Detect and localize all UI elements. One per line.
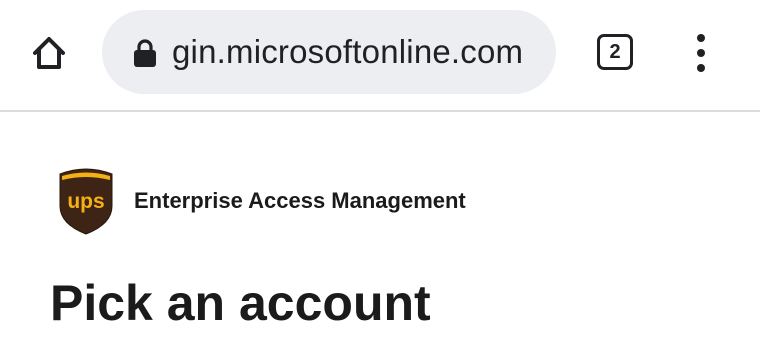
home-button[interactable] — [26, 30, 72, 76]
brand-header: ups Enterprise Access Management — [56, 166, 466, 236]
tab-switcher-button[interactable]: 2 — [597, 34, 633, 70]
url-text: gin.microsoftonline.com — [172, 33, 524, 70]
ups-logo: ups — [59, 168, 113, 235]
brand-name: Enterprise Access Management — [134, 188, 466, 213]
overflow-menu-icon — [697, 34, 705, 42]
home-icon — [33, 37, 65, 69]
overflow-menu-button[interactable] — [688, 30, 714, 76]
address-bar[interactable]: gin.microsoftonline.com — [102, 10, 556, 94]
browser-toolbar: gin.microsoftonline.com 2 — [0, 0, 760, 112]
lock-icon — [134, 39, 156, 67]
tab-count: 2 — [609, 40, 621, 63]
page-title: Pick an account — [50, 275, 431, 331]
ups-logo-text: ups — [67, 190, 104, 213]
